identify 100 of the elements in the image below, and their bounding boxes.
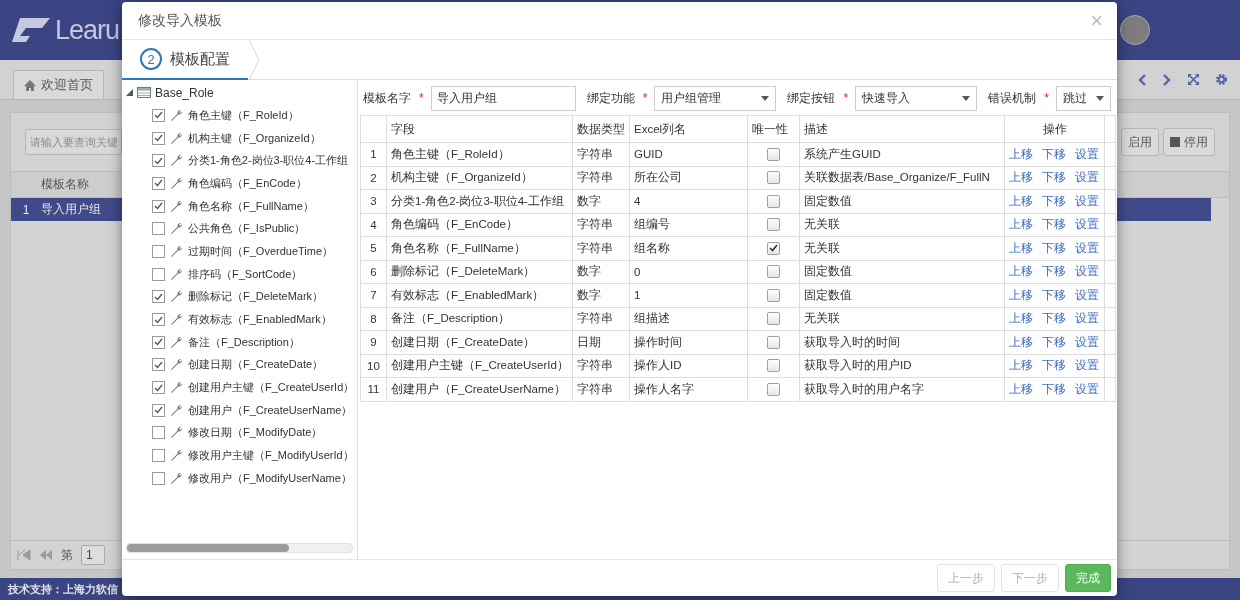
settings-link[interactable]: 设置 (1075, 147, 1099, 160)
checkbox[interactable] (767, 242, 780, 255)
fullscreen-icon[interactable] (1188, 74, 1199, 85)
checkbox[interactable] (152, 290, 165, 304)
checkbox[interactable] (152, 154, 165, 168)
move-down-link[interactable]: 下移 (1042, 359, 1066, 372)
search-field[interactable]: 请输入要查询关键 (25, 129, 122, 155)
caret-down-icon (761, 95, 770, 101)
move-up-link[interactable]: 上移 (1009, 147, 1033, 160)
move-up-link[interactable]: 上移 (1009, 265, 1033, 278)
settings-link[interactable]: 设置 (1075, 335, 1099, 348)
checkbox[interactable] (152, 449, 165, 463)
settings-icon[interactable] (1216, 74, 1227, 85)
move-down-link[interactable]: 下移 (1042, 194, 1066, 207)
tree-item-label[interactable]: 删除标记（F_DeleteMark） (188, 289, 324, 305)
required-mark: * (1044, 91, 1049, 105)
checkbox[interactable] (767, 171, 780, 185)
checkbox[interactable] (767, 312, 780, 326)
collapse-triangle-icon[interactable] (126, 89, 133, 96)
move-up-link[interactable]: 上移 (1009, 335, 1033, 348)
move-down-link[interactable]: 下移 (1042, 288, 1066, 301)
chevron-right-icon[interactable] (1163, 73, 1171, 86)
tree-item-label[interactable]: 排序码（F_SortCode） (188, 266, 303, 282)
tree-root-label[interactable]: Base_Role (155, 85, 214, 100)
settings-link[interactable]: 设置 (1075, 171, 1099, 184)
dropdown[interactable]: 跳过 (1055, 85, 1111, 111)
move-up-link[interactable]: 上移 (1009, 218, 1033, 231)
tree-item-label[interactable]: 角色主键（F_RoleId） (188, 107, 299, 123)
move-down-link[interactable]: 下移 (1042, 382, 1066, 395)
checkbox[interactable] (152, 471, 165, 485)
settings-link[interactable]: 设置 (1075, 288, 1099, 301)
checkbox[interactable] (152, 403, 165, 417)
tree-item-label[interactable]: 创建日期（F_CreateDate） (188, 357, 324, 373)
tree-item-label[interactable]: 机构主键（F_OrganizeId） (188, 130, 321, 146)
move-up-link[interactable]: 上移 (1009, 288, 1033, 301)
tree-item-label[interactable]: 公共角色（F_IsPublic） (188, 221, 306, 237)
tree-item-label[interactable]: 有效标志（F_EnabledMark） (188, 312, 332, 328)
settings-link[interactable]: 设置 (1075, 359, 1099, 372)
page-field[interactable]: 1 (81, 545, 105, 565)
tree-item-label[interactable]: 修改用户（F_ModifyUserName） (188, 470, 352, 486)
disable-button[interactable]: 停用 (1163, 128, 1215, 156)
move-up-link[interactable]: 上移 (1009, 359, 1033, 372)
tree-item-label[interactable]: 修改日期（F_ModifyDate） (188, 425, 323, 441)
move-up-link[interactable]: 上移 (1009, 194, 1033, 207)
settings-link[interactable]: 设置 (1075, 194, 1099, 207)
move-up-link[interactable]: 上移 (1009, 382, 1033, 395)
move-down-link[interactable]: 下移 (1042, 241, 1066, 254)
checkbox[interactable] (152, 313, 165, 327)
checkbox[interactable] (767, 265, 780, 279)
checkbox[interactable] (767, 336, 780, 349)
tree-item-label[interactable]: 角色编码（F_EnCode） (188, 175, 307, 191)
tree-item-label[interactable]: 修改用户主键（F_ModifyUserId） (188, 448, 354, 464)
settings-link[interactable]: 设置 (1075, 241, 1099, 254)
tree-item-label[interactable]: 分类1-角色2-岗位3-职位4-工作组 (188, 153, 349, 169)
tree-item-label[interactable]: 角色名称（F_FullName） (188, 198, 314, 214)
enable-button[interactable]: 启用 (1121, 128, 1159, 156)
move-down-link[interactable]: 下移 (1042, 147, 1066, 160)
checkbox[interactable] (152, 108, 165, 122)
move-up-link[interactable]: 上移 (1009, 241, 1033, 254)
tree-item-label[interactable]: 创建用户主键（F_CreateUserId） (188, 380, 355, 396)
move-up-link[interactable]: 上移 (1009, 171, 1033, 184)
tree-item-label[interactable]: 备注（F_Description） (188, 334, 300, 350)
avatar[interactable] (1120, 15, 1150, 45)
text-field[interactable]: 导入用户组 (430, 85, 576, 111)
checkbox[interactable] (152, 358, 165, 372)
checkbox[interactable] (767, 195, 780, 208)
move-down-link[interactable]: 下移 (1042, 312, 1066, 325)
dropdown[interactable]: 快速导入 (855, 85, 978, 111)
dropdown[interactable]: 用户组管理 (654, 85, 777, 111)
move-down-link[interactable]: 下移 (1042, 171, 1066, 184)
checkbox[interactable] (767, 289, 780, 302)
checkbox[interactable] (152, 426, 165, 440)
move-up-link[interactable]: 上移 (1009, 312, 1033, 325)
tree-item-label[interactable]: 过期时间（F_OverdueTime） (188, 243, 334, 259)
settings-link[interactable]: 设置 (1075, 382, 1099, 395)
settings-link[interactable]: 设置 (1075, 218, 1099, 231)
checkbox[interactable] (152, 244, 165, 258)
move-down-link[interactable]: 下移 (1042, 218, 1066, 231)
checkbox[interactable] (767, 148, 780, 161)
checkbox[interactable] (152, 267, 165, 281)
chevron-left-icon[interactable] (1138, 73, 1146, 86)
move-down-link[interactable]: 下移 (1042, 335, 1066, 348)
checkbox[interactable] (152, 335, 165, 349)
checkbox[interactable] (152, 131, 165, 145)
checkbox[interactable] (152, 199, 165, 213)
tab[interactable]: 欢迎首页 (13, 70, 104, 99)
square-icon (1170, 137, 1180, 147)
checkbox[interactable] (152, 222, 165, 236)
settings-link[interactable]: 设置 (1075, 312, 1099, 325)
move-down-link[interactable]: 下移 (1042, 265, 1066, 278)
checkbox[interactable] (767, 359, 780, 373)
first-page-icon[interactable] (17, 549, 31, 561)
scrollbar[interactable] (126, 543, 353, 553)
checkbox[interactable] (152, 176, 165, 190)
checkbox[interactable] (767, 383, 780, 396)
settings-link[interactable]: 设置 (1075, 265, 1099, 278)
previous-page-icon[interactable] (39, 549, 53, 561)
checkbox[interactable] (767, 218, 780, 232)
tree-item-label[interactable]: 创建用户（F_CreateUserName） (188, 402, 353, 418)
checkbox[interactable] (152, 381, 165, 395)
